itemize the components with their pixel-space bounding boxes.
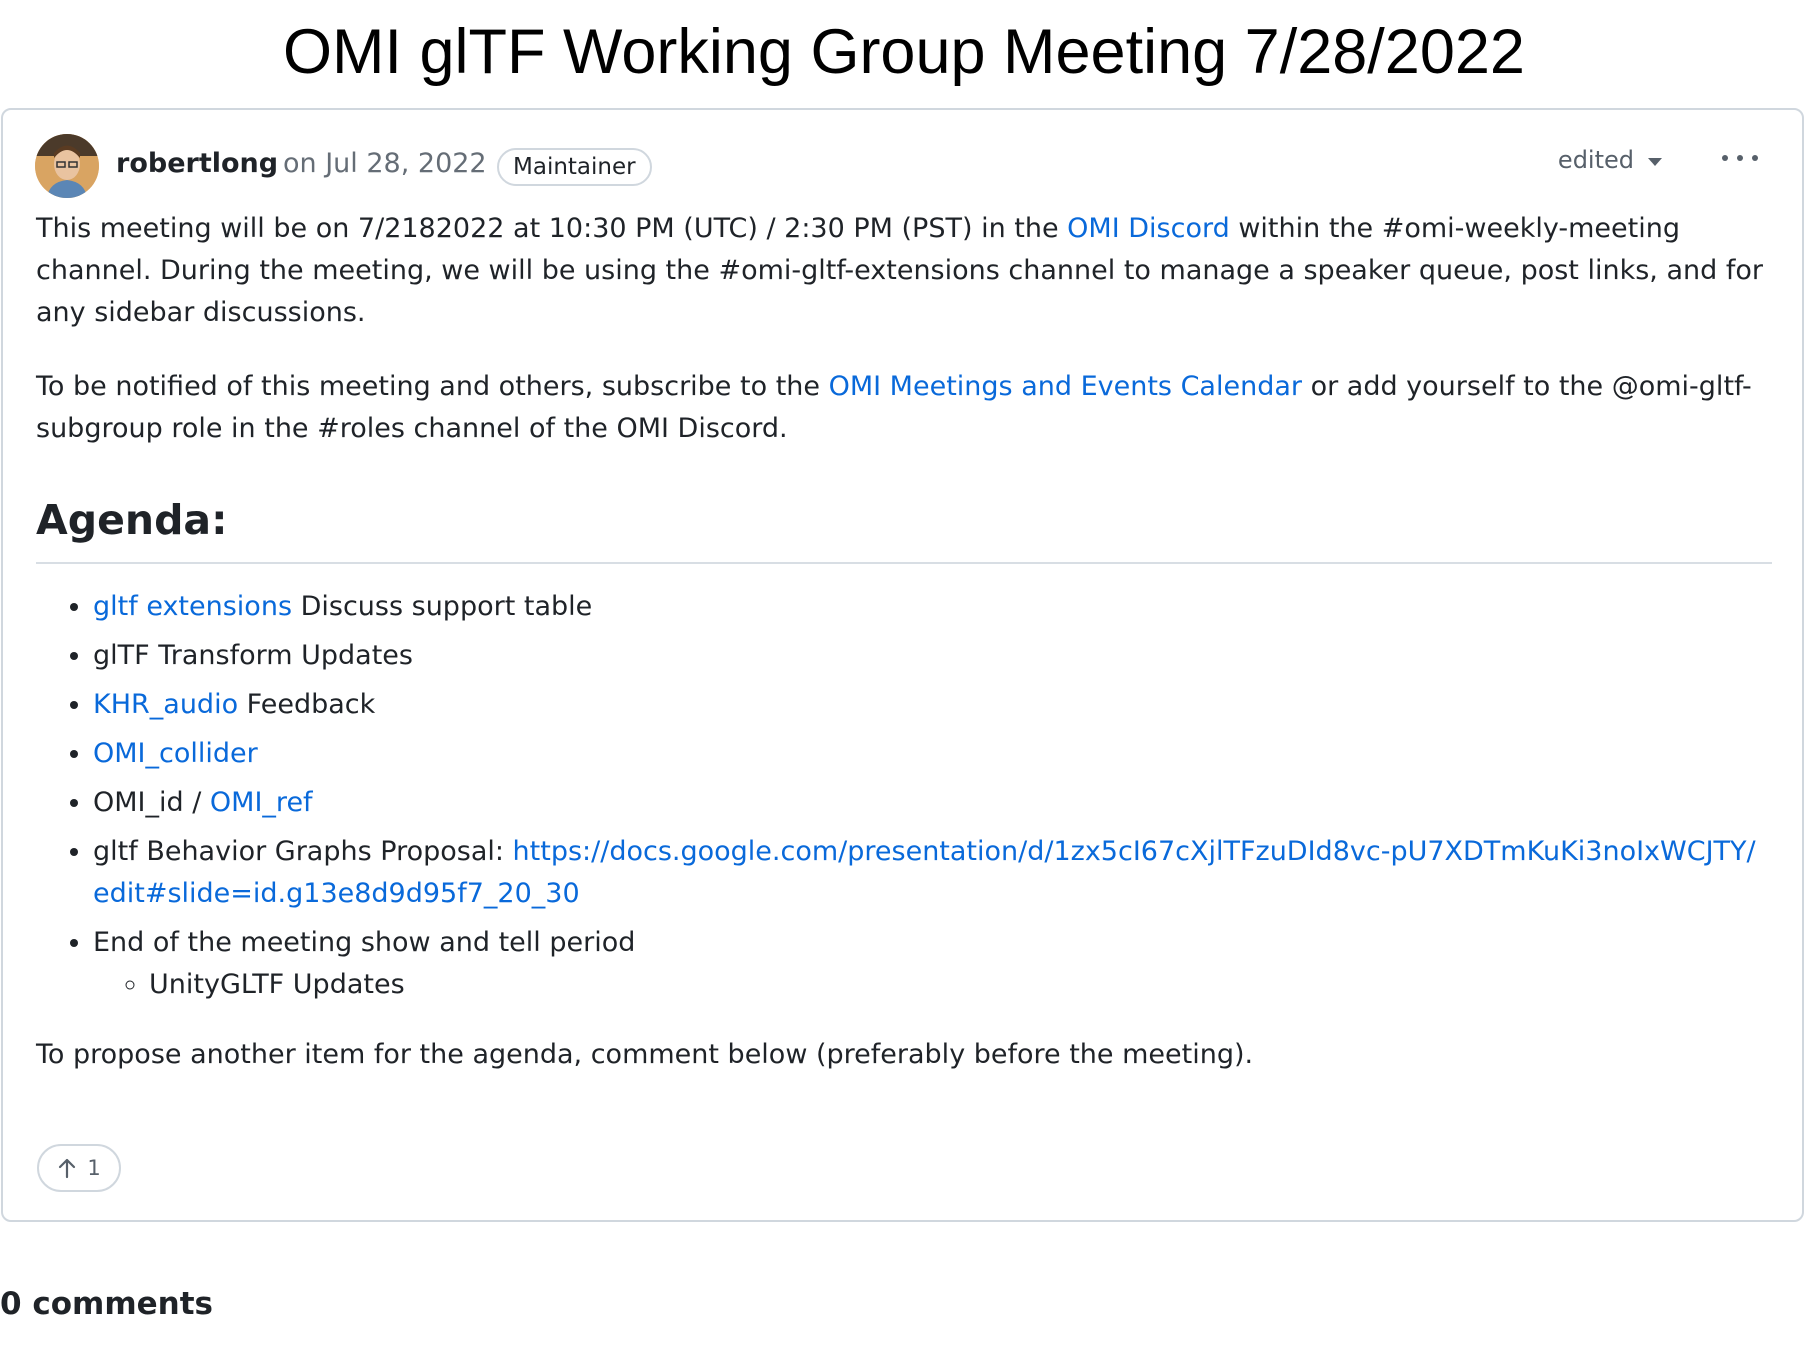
post-date[interactable]: on Jul 28, 2022 [283,148,487,179]
post-header: robertlong on Jul 28, 2022 Maintainer ed… [35,126,1772,198]
agenda-item-text: Feedback [238,689,376,720]
avatar[interactable] [35,134,99,198]
agenda-item: End of the meeting show and tell period … [93,922,1772,1006]
notify-paragraph: To be notified of this meeting and other… [36,366,1772,450]
kebab-horizontal-icon [1722,155,1758,161]
upvote-button[interactable]: 1 [37,1144,121,1192]
omi-ref-link[interactable]: OMI_ref [210,787,313,818]
intro-text-start: This meeting will be on 7/2182022 at 10:… [36,213,1068,244]
page-title: OMI glTF Working Group Meeting 7/28/2022 [283,17,1525,87]
omi-collider-link[interactable]: OMI_collider [93,738,258,769]
agenda-item-text: gltf Behavior Graphs Proposal: [93,836,513,867]
agenda-heading: Agenda: [36,490,1772,564]
edited-label: edited [1557,146,1634,174]
calendar-link[interactable]: OMI Meetings and Events Calendar [829,371,1302,402]
intro-paragraph: This meeting will be on 7/2182022 at 10:… [36,208,1772,334]
agenda-sublist: UnityGLTF Updates [93,964,1772,1006]
agenda-item: OMI_id / OMI_ref [93,782,1772,824]
agenda-item-text: Discuss support table [292,591,593,622]
notify-text-start: To be notified of this meeting and other… [36,371,829,402]
author-name[interactable]: robertlong [116,148,278,179]
agenda-item: glTF Transform Updates [93,635,1772,677]
upvote-count: 1 [87,1156,101,1180]
khr-audio-link[interactable]: KHR_audio [93,689,238,720]
gltf-extensions-link[interactable]: gltf extensions [93,591,292,622]
agenda-item: OMI_collider [93,733,1772,775]
edited-dropdown[interactable]: edited [1558,146,1662,174]
post-body: This meeting will be on 7/2182022 at 10:… [36,208,1772,1076]
agenda-list: gltf extensions Discuss support table gl… [36,586,1772,1006]
comments-heading: 0 comments [0,1286,214,1322]
more-options-button[interactable] [1718,148,1762,168]
agenda-item: gltf Behavior Graphs Proposal: https://d… [93,831,1772,915]
avatar-image [35,134,99,198]
agenda-item: KHR_audio Feedback [93,684,1772,726]
agenda-item: gltf extensions Discuss support table [93,586,1772,628]
caret-down-icon [1648,158,1662,166]
discussion-post: robertlong on Jul 28, 2022 Maintainer ed… [1,108,1804,1222]
closing-paragraph: To propose another item for the agenda, … [36,1039,1254,1070]
agenda-subitem: UnityGLTF Updates [149,964,1772,1006]
omi-discord-link[interactable]: OMI Discord [1067,213,1230,244]
role-badge: Maintainer [497,148,652,186]
agenda-item-text: OMI_id / [93,787,210,818]
agenda-item-text: glTF Transform Updates [93,640,413,671]
agenda-item-text: End of the meeting show and tell period [93,927,636,958]
arrow-up-icon [59,1158,76,1179]
